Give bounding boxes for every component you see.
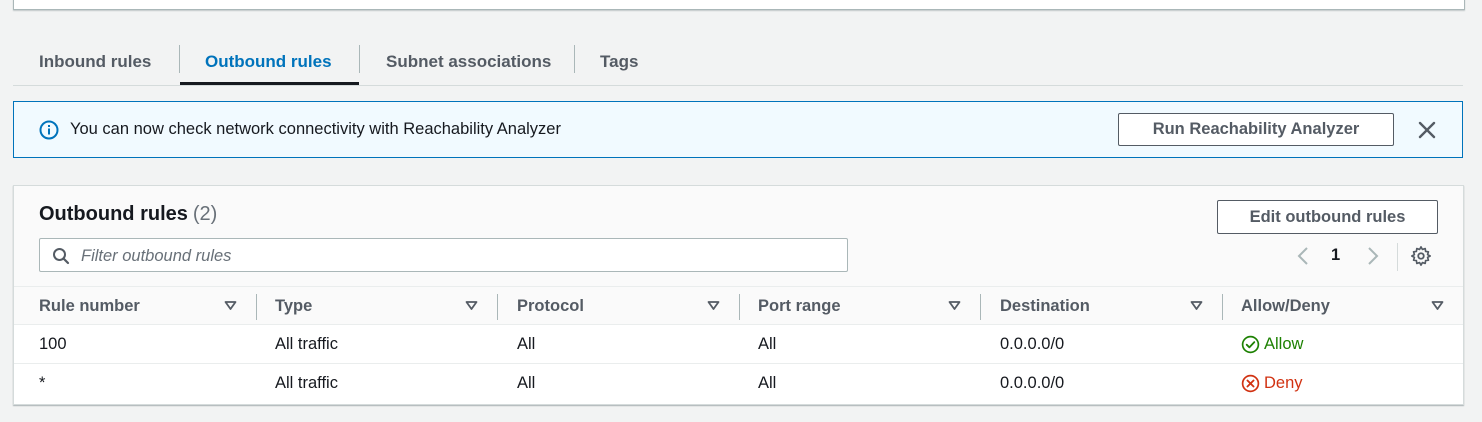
cell-rule-number: * bbox=[39, 373, 46, 392]
cell-port-range: All bbox=[758, 334, 777, 353]
search-icon bbox=[53, 248, 70, 265]
chevron-right-icon[interactable] bbox=[1364, 245, 1382, 267]
filter-input[interactable] bbox=[79, 243, 843, 269]
info-icon bbox=[39, 120, 59, 140]
column-divider[interactable] bbox=[1222, 294, 1223, 320]
table-row[interactable]: * All traffic All All 0.0.0.0/0 Deny bbox=[14, 364, 1463, 403]
status-deny: Deny bbox=[1241, 374, 1303, 393]
cell-destination: 0.0.0.0/0 bbox=[1000, 373, 1065, 392]
tab-divider bbox=[574, 45, 575, 73]
cell-type: All traffic bbox=[275, 373, 338, 392]
sort-caret-icon[interactable] bbox=[1190, 300, 1203, 311]
column-header-rule-number[interactable]: Rule number bbox=[39, 287, 140, 325]
table-row[interactable]: 100 All traffic All All 0.0.0.0/0 Allow bbox=[14, 325, 1463, 364]
sort-caret-icon[interactable] bbox=[707, 300, 720, 311]
filter-box bbox=[39, 238, 848, 272]
check-circle-icon bbox=[1241, 335, 1260, 353]
sort-caret-icon[interactable] bbox=[465, 300, 478, 311]
cell-type: All traffic bbox=[275, 334, 338, 353]
cell-destination: 0.0.0.0/0 bbox=[1000, 334, 1065, 353]
chevron-left-icon[interactable] bbox=[1294, 245, 1312, 267]
cell-allow-deny: Allow bbox=[1241, 325, 1303, 363]
column-divider[interactable] bbox=[980, 294, 981, 320]
column-header-allow-deny[interactable]: Allow/Deny bbox=[1241, 287, 1330, 325]
previous-panel-edge bbox=[13, 0, 1465, 10]
status-text: Deny bbox=[1264, 373, 1303, 392]
edit-outbound-rules-button[interactable]: Edit outbound rules bbox=[1217, 200, 1438, 234]
gear-icon[interactable] bbox=[1410, 245, 1432, 267]
rule-count: (2) bbox=[192, 203, 218, 225]
tab-divider bbox=[179, 45, 180, 73]
close-icon[interactable] bbox=[1416, 119, 1438, 141]
panel-title-text: Outbound rules bbox=[39, 203, 188, 225]
column-header-destination[interactable]: Destination bbox=[1000, 287, 1090, 325]
info-flash-banner: You can now check network connectivity w… bbox=[13, 101, 1463, 158]
cell-port-range: All bbox=[758, 373, 777, 392]
cell-protocol: All bbox=[517, 334, 536, 353]
pager-divider bbox=[1397, 243, 1398, 271]
tab-inbound-rules[interactable]: Inbound rules bbox=[39, 38, 151, 85]
panel-header: Outbound rules(2) Edit outbound rules 1 bbox=[14, 186, 1463, 286]
column-header-protocol[interactable]: Protocol bbox=[517, 287, 584, 325]
status-allow: Allow bbox=[1241, 335, 1303, 354]
column-divider[interactable] bbox=[256, 294, 257, 320]
cell-allow-deny: Deny bbox=[1241, 364, 1303, 402]
sort-caret-icon[interactable] bbox=[1431, 300, 1444, 311]
outbound-rules-panel: Outbound rules(2) Edit outbound rules 1 … bbox=[13, 185, 1464, 405]
column-header-type[interactable]: Type bbox=[275, 287, 312, 325]
current-page[interactable]: 1 bbox=[1331, 246, 1340, 265]
tab-subnet-associations[interactable]: Subnet associations bbox=[386, 38, 551, 85]
run-reachability-analyzer-button[interactable]: Run Reachability Analyzer bbox=[1118, 113, 1394, 146]
status-text: Allow bbox=[1264, 334, 1304, 353]
panel-title: Outbound rules (2) bbox=[39, 203, 217, 226]
table-header: Rule number Type Protocol Port range Des… bbox=[14, 286, 1463, 325]
sort-caret-icon[interactable] bbox=[948, 300, 961, 311]
detail-tabs: Inbound rules Outbound rules Subnet asso… bbox=[13, 38, 1463, 86]
cell-protocol: All bbox=[517, 373, 536, 392]
column-header-port-range[interactable]: Port range bbox=[758, 287, 841, 325]
cell-rule-number: 100 bbox=[39, 334, 67, 353]
tab-divider bbox=[359, 45, 360, 73]
sort-caret-icon[interactable] bbox=[224, 300, 237, 311]
x-circle-icon bbox=[1241, 374, 1260, 392]
tab-tags[interactable]: Tags bbox=[600, 38, 638, 85]
flash-message: You can now check network connectivity w… bbox=[70, 120, 561, 138]
tab-outbound-rules[interactable]: Outbound rules bbox=[205, 38, 332, 85]
active-tab-indicator bbox=[180, 82, 359, 85]
column-divider[interactable] bbox=[739, 294, 740, 320]
column-divider[interactable] bbox=[497, 294, 498, 320]
